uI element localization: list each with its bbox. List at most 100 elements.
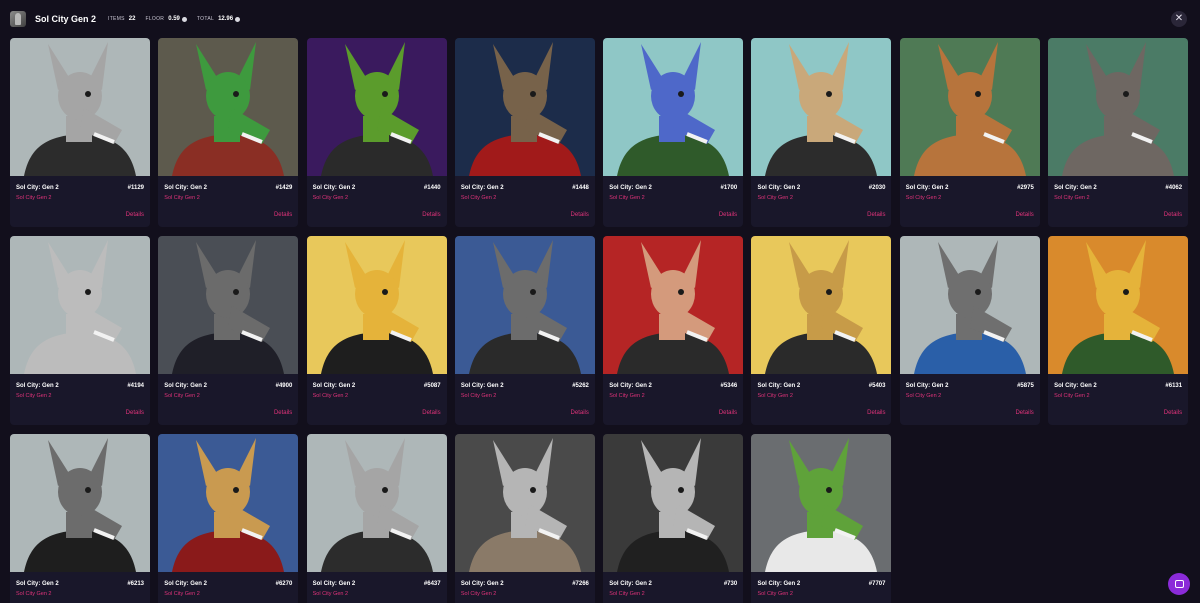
eye	[529, 91, 536, 97]
nft-image[interactable]	[1048, 38, 1189, 176]
nft-collection[interactable]: Sol City Gen 2	[16, 591, 51, 597]
nft-collection[interactable]: Sol City Gen 2	[313, 393, 348, 399]
nft-collection[interactable]: Sol City Gen 2	[461, 195, 496, 201]
details-link[interactable]: Details	[126, 212, 144, 218]
nft-collection[interactable]: Sol City Gen 2	[461, 393, 496, 399]
nft-collection[interactable]: Sol City Gen 2	[1054, 393, 1089, 399]
nft-collection[interactable]: Sol City Gen 2	[16, 393, 51, 399]
nft-image[interactable]	[158, 38, 299, 176]
nft-image[interactable]	[603, 434, 744, 572]
nft-card[interactable]: Sol City: Gen 2 #5262 Sol City Gen 2 Detail…	[454, 236, 595, 425]
floor-value: 0.59	[168, 16, 180, 22]
close-button[interactable]: ✕	[1171, 11, 1187, 27]
details-link[interactable]: Details	[1164, 410, 1182, 416]
nft-card[interactable]: Sol City: Gen 2 #1429 Sol City Gen 2 Detail…	[158, 38, 299, 227]
nft-image[interactable]	[306, 434, 447, 572]
nft-card[interactable]: Sol City: Gen 2#7266Sol City Gen 2Detail…	[454, 434, 595, 603]
details-link[interactable]: Details	[571, 410, 589, 416]
nft-collection[interactable]: Sol City Gen 2	[164, 393, 199, 399]
nft-image[interactable]	[306, 236, 447, 374]
nft-card[interactable]: Sol City: Gen 2#6437Sol City Gen 2Detail…	[306, 434, 447, 603]
details-link[interactable]: Details	[1015, 410, 1033, 416]
nft-card[interactable]: Sol City: Gen 2 #4062 Sol City Gen 2 Detail…	[1048, 38, 1189, 227]
nft-image[interactable]	[454, 38, 595, 176]
details-link[interactable]: Details	[867, 410, 885, 416]
nft-image[interactable]	[751, 236, 892, 374]
nft-collection[interactable]: Sol City Gen 2	[757, 195, 792, 201]
nft-image[interactable]	[751, 38, 892, 176]
nft-number: #7707	[868, 581, 886, 587]
chat-button[interactable]	[1168, 573, 1190, 595]
nft-collection[interactable]: Sol City Gen 2	[461, 591, 496, 597]
nft-image[interactable]	[603, 236, 744, 374]
nft-image[interactable]	[454, 236, 595, 374]
nft-collection[interactable]: Sol City Gen 2	[757, 393, 792, 399]
nft-name: Sol City: Gen 2	[757, 383, 801, 389]
nft-image[interactable]	[899, 38, 1040, 176]
details-link[interactable]: Details	[719, 410, 737, 416]
nft-card[interactable]: Sol City: Gen 2 #4194 Sol City Gen 2 Detail…	[10, 236, 150, 425]
nft-card[interactable]: Sol City: Gen 2 #2975 Sol City Gen 2 Detail…	[899, 38, 1040, 227]
details-link[interactable]: Details	[1015, 212, 1033, 218]
details-link[interactable]: Details	[1164, 212, 1182, 218]
nft-number: #2030	[868, 185, 886, 191]
nft-collection[interactable]: Sol City Gen 2	[757, 591, 792, 597]
nft-collection[interactable]: Sol City Gen 2	[313, 195, 348, 201]
head	[502, 468, 547, 516]
nft-image[interactable]	[10, 434, 150, 572]
nft-card[interactable]: Sol City: Gen 2#7707Sol City Gen 2Detail…	[751, 434, 892, 603]
donkey-avatar-art	[10, 434, 150, 572]
nft-collection[interactable]: Sol City Gen 2	[906, 393, 941, 399]
nft-collection[interactable]: Sol City Gen 2	[609, 591, 644, 597]
nft-card[interactable]: Sol City: Gen 2 #5346 Sol City Gen 2 Detail…	[603, 236, 744, 425]
nft-card[interactable]: Sol City: Gen 2#730Sol City Gen 2Details	[603, 434, 744, 603]
nft-collection[interactable]: Sol City Gen 2	[16, 195, 51, 201]
nft-collection[interactable]: Sol City Gen 2	[313, 591, 348, 597]
items-value: 22	[128, 16, 136, 22]
nft-image[interactable]	[158, 434, 299, 572]
nft-image[interactable]	[899, 236, 1040, 374]
details-link[interactable]: Details	[126, 410, 144, 416]
details-link[interactable]: Details	[274, 410, 292, 416]
details-link[interactable]: Details	[274, 212, 292, 218]
eye	[974, 289, 981, 295]
nft-image[interactable]	[454, 434, 595, 572]
nft-image[interactable]	[1048, 236, 1189, 374]
nft-image[interactable]	[10, 38, 150, 176]
nft-card[interactable]: Sol City: Gen 2 #1700 Sol City Gen 2 Detail…	[603, 38, 744, 227]
nft-card[interactable]: Sol City: Gen 2 #1129 Sol City Gen 2 Detail…	[10, 38, 150, 227]
donkey-avatar-art	[751, 434, 892, 572]
nft-card[interactable]: Sol City: Gen 2 #5087 Sol City Gen 2 Detail…	[306, 236, 447, 425]
eye	[381, 289, 388, 295]
nft-image[interactable]	[306, 38, 447, 176]
total-label: TOTAL	[196, 16, 215, 22]
nft-card[interactable]: Sol City: Gen 2 #1440 Sol City Gen 2 Detail…	[306, 38, 447, 227]
nft-name: Sol City: Gen 2	[609, 383, 652, 389]
nft-card[interactable]: Sol City: Gen 2#6213Sol City Gen 2Detail…	[10, 434, 150, 603]
nft-name: Sol City: Gen 2	[460, 581, 504, 587]
nft-collection[interactable]: Sol City Gen 2	[906, 195, 941, 201]
nft-collection[interactable]: Sol City Gen 2	[164, 591, 199, 597]
nft-image[interactable]	[751, 434, 892, 572]
nft-card[interactable]: Sol City: Gen 2 #4900 Sol City Gen 2 Detail…	[158, 236, 299, 425]
nft-card[interactable]: Sol City: Gen 2#6270Sol City Gen 2Detail…	[158, 434, 299, 603]
details-link[interactable]: Details	[719, 212, 737, 218]
nft-image[interactable]	[10, 236, 150, 374]
nft-collection[interactable]: Sol City Gen 2	[609, 393, 644, 399]
nft-image[interactable]	[603, 38, 744, 176]
nft-collection[interactable]: Sol City Gen 2	[609, 195, 644, 201]
nft-card[interactable]: Sol City: Gen 2 #6131 Sol City Gen 2 Detail…	[1048, 236, 1189, 425]
nft-collection[interactable]: Sol City Gen 2	[164, 195, 199, 201]
nft-card[interactable]: Sol City: Gen 2 #1448 Sol City Gen 2 Detail…	[454, 38, 595, 227]
details-link[interactable]: Details	[422, 410, 440, 416]
nft-number: #730	[723, 581, 738, 587]
details-link[interactable]: Details	[867, 212, 885, 218]
nft-card[interactable]: Sol City: Gen 2 #2030 Sol City Gen 2 Detail…	[751, 38, 892, 227]
details-link[interactable]: Details	[422, 212, 440, 218]
nft-card[interactable]: Sol City: Gen 2 #5403 Sol City Gen 2 Detail…	[751, 236, 892, 425]
nft-card[interactable]: Sol City: Gen 2 #5875 Sol City Gen 2 Detail…	[899, 236, 1040, 425]
details-link[interactable]: Details	[571, 212, 589, 218]
nft-image[interactable]	[158, 236, 299, 374]
nft-collection[interactable]: Sol City Gen 2	[1054, 195, 1089, 201]
nft-number: #6213	[127, 581, 144, 587]
